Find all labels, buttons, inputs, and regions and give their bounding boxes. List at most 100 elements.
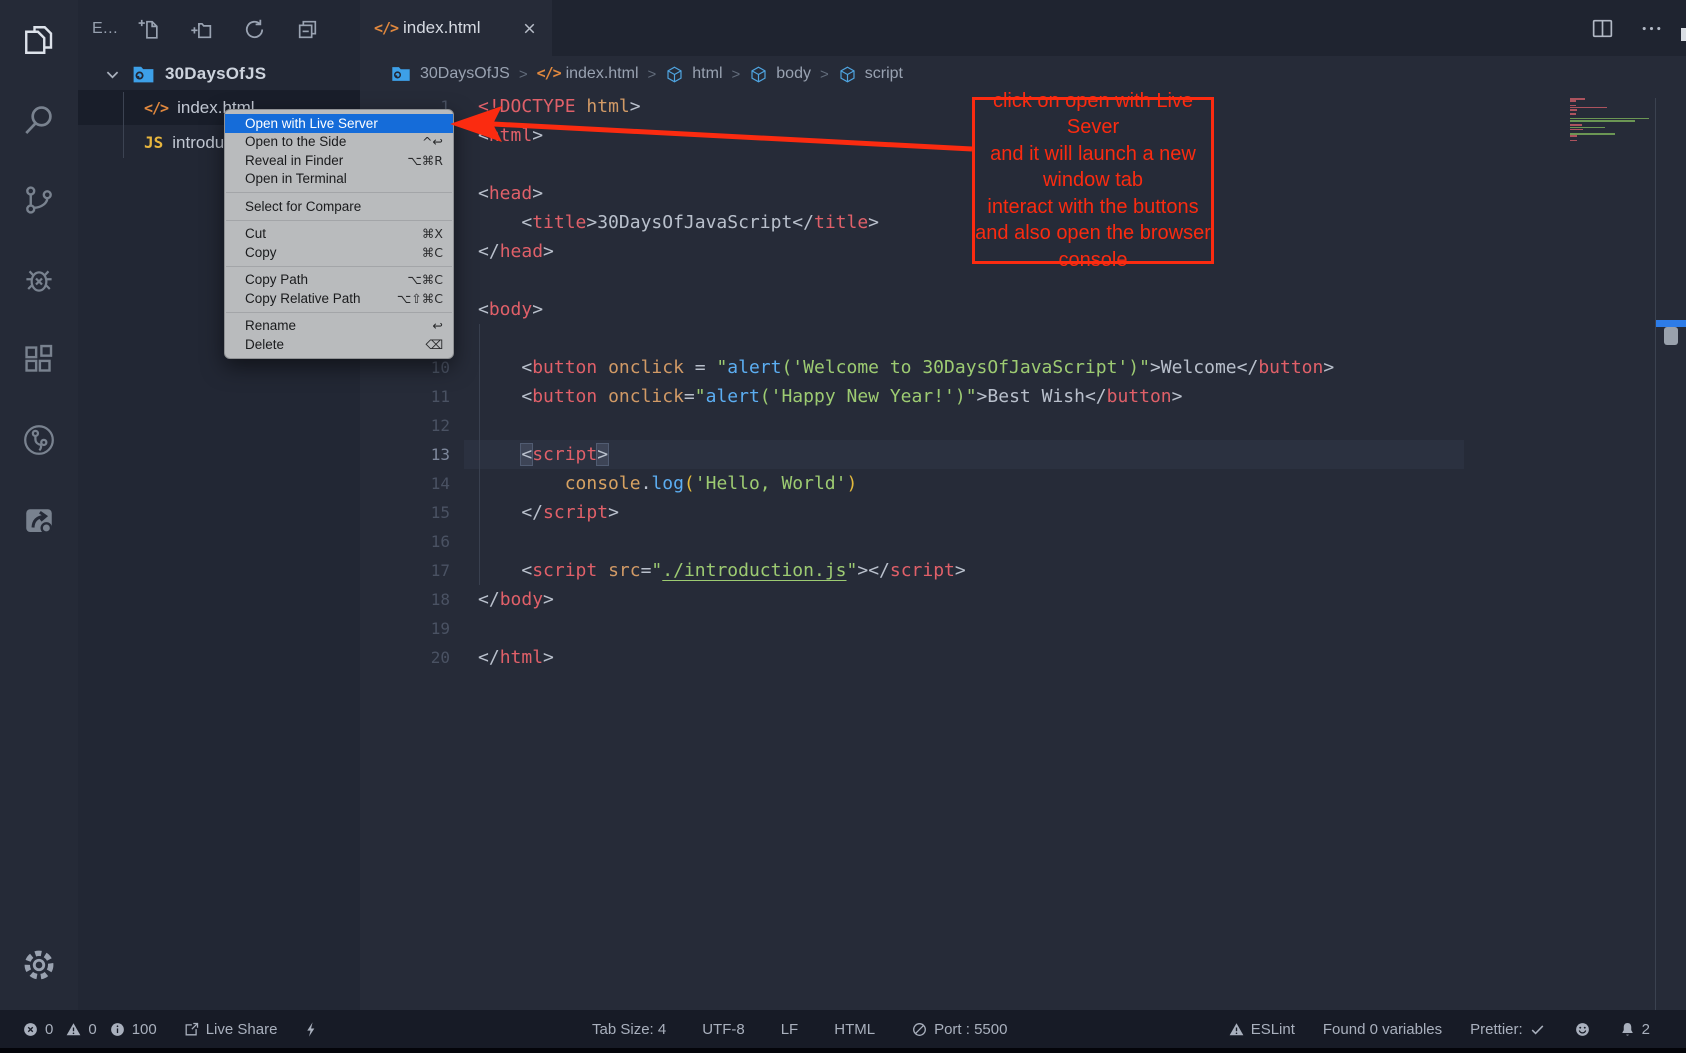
status-item-bolt-icon[interactable] xyxy=(303,1021,320,1038)
line-number: 12 xyxy=(360,411,450,440)
menu-item-label: Open in Terminal xyxy=(245,171,443,186)
activity-item-explorer[interactable] xyxy=(0,0,78,80)
code-token: > xyxy=(543,647,554,668)
breadcrumb-item-body[interactable]: body xyxy=(749,65,811,84)
menu-item-cut[interactable]: Cut⌘X xyxy=(225,225,453,244)
menu-item-rename[interactable]: Rename↩ xyxy=(225,317,453,336)
code-line-9[interactable]: 9 xyxy=(360,324,1686,353)
blocked-icon xyxy=(911,1021,928,1038)
annotation-text-line: and also open the browser xyxy=(975,220,1211,247)
code-line-20[interactable]: 20</html> xyxy=(360,643,1686,672)
new-file-icon[interactable] xyxy=(136,17,161,42)
status-item-smiley-icon[interactable] xyxy=(1574,1021,1591,1038)
status-item-utf-8[interactable]: UTF-8 xyxy=(702,1021,745,1038)
minimap-line xyxy=(1570,100,1576,102)
code-line-11[interactable]: 11 <button onclick="alert('Happy New Yea… xyxy=(360,382,1686,411)
code-token: > xyxy=(543,589,554,610)
menu-item-copy-path[interactable]: Copy Path⌥⌘C xyxy=(225,271,453,290)
code-token: html xyxy=(489,125,532,146)
minimap-line xyxy=(1570,129,1583,131)
code-token: script xyxy=(890,560,955,581)
code-line-15[interactable]: 15 </script> xyxy=(360,498,1686,527)
annotation-box: click on open with Live Severand it will… xyxy=(972,97,1214,264)
minimap-line xyxy=(1570,120,1635,122)
code-token: > xyxy=(586,212,597,233)
code-token: 30DaysOfJavaScript xyxy=(597,212,792,233)
code-line-13[interactable]: 13 <script> xyxy=(360,440,1686,469)
menu-item-shortcut: ⌘X xyxy=(422,226,443,241)
activity-item-source-control[interactable] xyxy=(0,160,78,240)
indent-guide xyxy=(123,92,124,158)
status-item-html[interactable]: HTML xyxy=(834,1021,875,1038)
menu-item-copy[interactable]: Copy⌘C xyxy=(225,243,453,262)
activity-item-extensions[interactable] xyxy=(0,320,78,400)
code-token: title xyxy=(814,212,868,233)
code-token: <!DOCTYPE xyxy=(478,96,576,117)
explorer-title: E... xyxy=(92,20,118,38)
activity-item-live-server[interactable] xyxy=(0,480,78,560)
activity-item-live-share[interactable] xyxy=(0,400,78,480)
folder-label: 30DaysOfJS xyxy=(165,64,266,84)
close-icon[interactable] xyxy=(521,20,538,37)
code-line-19[interactable]: 19 xyxy=(360,614,1686,643)
menu-item-label: Delete xyxy=(245,337,415,352)
menu-item-delete[interactable]: Delete⌫ xyxy=(225,335,453,354)
code-token: ('Welcome to 30DaysOfJavaScript') xyxy=(781,357,1139,378)
status-item-100[interactable]: 100 xyxy=(109,1021,157,1038)
code-token: = xyxy=(684,357,717,378)
menu-item-open-in-terminal[interactable]: Open in Terminal xyxy=(225,170,453,189)
minimap[interactable] xyxy=(1570,98,1652,142)
code-line-14[interactable]: 14 console.log('Hello, World') xyxy=(360,469,1686,498)
scrollbar-thumb[interactable] xyxy=(1664,327,1678,345)
line-number: 16 xyxy=(360,527,450,556)
menu-item-open-with-live-server[interactable]: Open with Live Server xyxy=(225,114,453,133)
code-token: ) xyxy=(846,473,857,494)
code-line-18[interactable]: 18</body> xyxy=(360,585,1686,614)
code-token: ('Happy New Year!') xyxy=(760,386,966,407)
folder-row-30daysofjs[interactable]: 30DaysOfJS xyxy=(78,58,360,90)
activity-item-run-debug[interactable] xyxy=(0,240,78,320)
status-item-2[interactable]: 2 xyxy=(1619,1021,1650,1038)
remote-fork-icon xyxy=(21,422,57,458)
breadcrumb-item-script[interactable]: script xyxy=(838,65,903,84)
status-item-prettier[interactable]: Prettier: xyxy=(1470,1021,1546,1038)
status-item-eslint[interactable]: ESLint xyxy=(1228,1021,1295,1038)
breadcrumb-label: 30DaysOfJS xyxy=(420,65,510,83)
settings-button[interactable] xyxy=(0,942,78,988)
menu-item-select-for-compare[interactable]: Select for Compare xyxy=(225,197,453,216)
refresh-icon[interactable] xyxy=(242,17,267,42)
tab-index-html[interactable]: </>index.html xyxy=(360,0,552,56)
scrollbar[interactable] xyxy=(1655,98,1686,1010)
code-token: . xyxy=(641,473,652,494)
breadcrumb-item-index-html[interactable]: </>index.html xyxy=(537,64,639,85)
code-token: " xyxy=(1139,357,1150,378)
breadcrumb-item-html[interactable]: html xyxy=(665,65,722,84)
status-item-0[interactable]: 0 xyxy=(65,1021,96,1038)
new-folder-icon[interactable] xyxy=(189,17,214,42)
menu-item-copy-relative-path[interactable]: Copy Relative Path⌥⇧⌘C xyxy=(225,289,453,308)
code-token: < xyxy=(478,299,489,320)
code-line-17[interactable]: 17 <script src="./introduction.js"></scr… xyxy=(360,556,1686,585)
split-editor-icon[interactable] xyxy=(1590,16,1615,41)
status-item-live-share[interactable]: Live Share xyxy=(183,1021,278,1038)
code-line-10[interactable]: 10 <button onclick = "alert('Welcome to … xyxy=(360,353,1686,382)
code-line-16[interactable]: 16 xyxy=(360,527,1686,556)
status-item-tab-size-4[interactable]: Tab Size: 4 xyxy=(592,1021,666,1038)
breadcrumb-item-30daysofjs[interactable]: 30DaysOfJS xyxy=(390,63,510,85)
code-token: > xyxy=(1150,357,1161,378)
collapse-all-icon[interactable] xyxy=(295,17,320,42)
menu-item-open-to-the-side[interactable]: Open to the Side^↩ xyxy=(225,133,453,152)
status-item-found-0-variables[interactable]: Found 0 variables xyxy=(1323,1021,1442,1038)
line-number: 14 xyxy=(360,469,450,498)
activity-item-search[interactable] xyxy=(0,80,78,160)
code-token: html xyxy=(500,647,543,668)
status-item-port-5500[interactable]: Port : 5500 xyxy=(911,1021,1007,1038)
code-line-12[interactable]: 12 xyxy=(360,411,1686,440)
code-line-8[interactable]: 8<body> xyxy=(360,295,1686,324)
status-item-0[interactable]: 0 xyxy=(22,1021,53,1038)
menu-item-reveal-in-finder[interactable]: Reveal in Finder⌥⌘R xyxy=(225,151,453,170)
code-token: > xyxy=(977,386,988,407)
status-item-lf[interactable]: LF xyxy=(781,1021,799,1038)
ellipsis-icon[interactable] xyxy=(1639,16,1664,41)
tab-strip: </>index.html xyxy=(360,0,1686,56)
